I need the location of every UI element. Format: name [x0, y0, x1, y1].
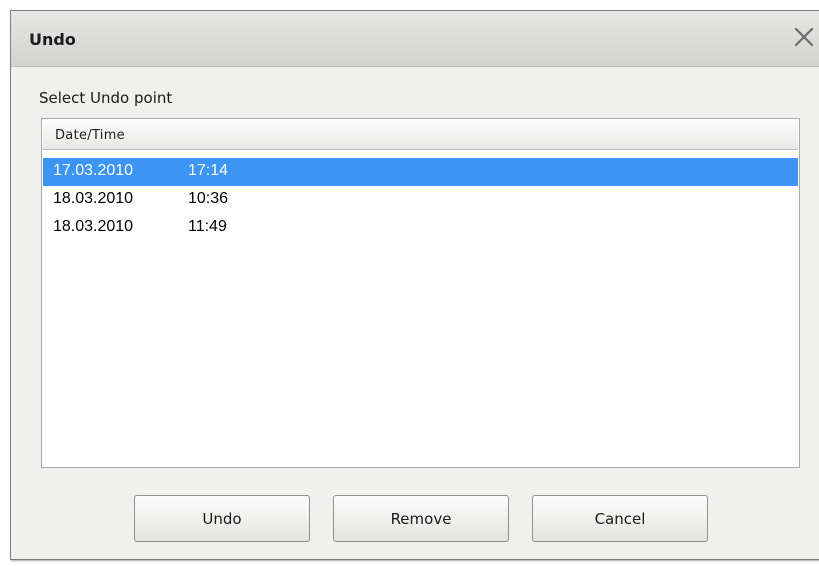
row-time: 11:49	[188, 218, 227, 235]
undo-dialog: Undo Select Undo point Date/Time 17.03.2…	[10, 10, 819, 560]
select-undo-point-label: Select Undo point	[39, 89, 173, 107]
remove-button[interactable]: Remove	[333, 495, 509, 542]
row-date: 18.03.2010	[53, 190, 134, 207]
cancel-button[interactable]: Cancel	[532, 495, 708, 542]
row-date: 17.03.2010	[53, 162, 134, 179]
row-date: 18.03.2010	[53, 218, 134, 235]
close-button[interactable]	[792, 25, 816, 49]
dialog-title: Undo	[29, 30, 76, 49]
list-item[interactable]: 17.03.2010 17:14	[43, 158, 798, 186]
column-header-label: Date/Time	[55, 128, 125, 143]
close-icon	[794, 27, 814, 47]
column-header-datetime[interactable]: Date/Time	[43, 120, 798, 150]
title-bar[interactable]: Undo	[11, 11, 819, 67]
row-time: 10:36	[188, 190, 229, 207]
undo-points-list[interactable]: Date/Time 17.03.2010 17:14 18.03.2010 10…	[41, 118, 800, 468]
row-time: 17:14	[188, 162, 229, 179]
undo-button[interactable]: Undo	[134, 495, 310, 542]
list-item[interactable]: 18.03.2010 10:36	[43, 186, 798, 214]
list-item[interactable]: 18.03.2010 11:49	[43, 214, 798, 242]
